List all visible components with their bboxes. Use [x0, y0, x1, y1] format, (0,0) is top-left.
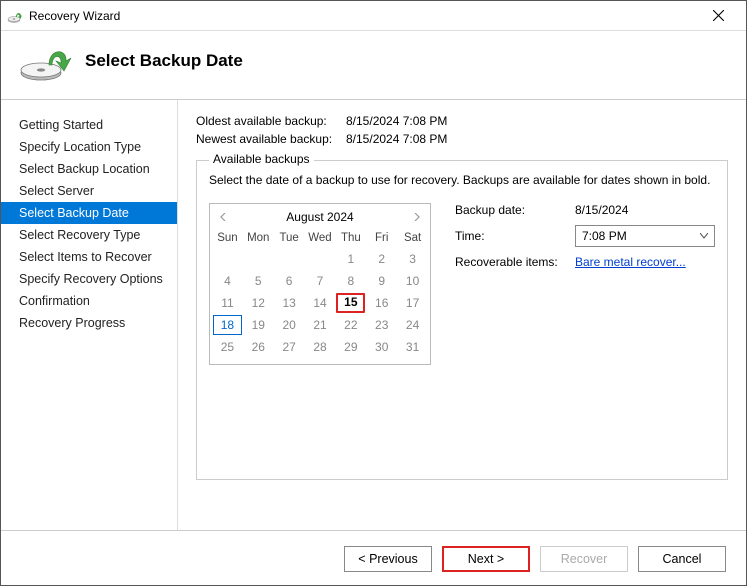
calendar-day[interactable]: 23	[367, 315, 396, 335]
previous-button[interactable]: < Previous	[344, 546, 432, 572]
sidebar-item-specify-recovery-options[interactable]: Specify Recovery Options	[1, 268, 177, 290]
calendar-day[interactable]: 28	[306, 337, 335, 357]
recovery-large-icon	[19, 41, 71, 81]
footer: < Previous Next > Recover Cancel	[1, 530, 746, 586]
calendar-day[interactable]: 21	[306, 315, 335, 335]
calendar-day[interactable]: 30	[367, 337, 396, 357]
dow-sun: Sun	[212, 230, 243, 246]
dow-sat: Sat	[397, 230, 428, 246]
calendar-day[interactable]: 5	[244, 271, 273, 291]
body: Getting Started Specify Location Type Se…	[1, 100, 746, 530]
newest-backup-row: Newest available backup: 8/15/2024 7:08 …	[196, 132, 728, 146]
close-icon	[713, 10, 724, 21]
recoverable-items-label: Recoverable items:	[455, 255, 575, 269]
backup-date-value: 8/15/2024	[575, 203, 715, 217]
sidebar-item-select-backup-location[interactable]: Select Backup Location	[1, 158, 177, 180]
available-backups-fieldset: Available backups Select the date of a b…	[196, 160, 728, 480]
fieldset-description: Select the date of a backup to use for r…	[209, 173, 715, 187]
backup-details: Backup date: 8/15/2024 Time: 7:08 PM	[455, 203, 715, 365]
calendar-empty	[275, 249, 304, 269]
next-button[interactable]: Next >	[442, 546, 530, 572]
titlebar: Recovery Wizard	[1, 1, 746, 31]
calendar: August 2024 Sun Mon Tue Wed Thu Fri Sat	[209, 203, 431, 365]
oldest-backup-label: Oldest available backup:	[196, 114, 346, 128]
calendar-day[interactable]: 22	[336, 315, 365, 335]
dow-mon: Mon	[243, 230, 274, 246]
oldest-backup-row: Oldest available backup: 8/15/2024 7:08 …	[196, 114, 728, 128]
sidebar-item-getting-started[interactable]: Getting Started	[1, 114, 177, 136]
window-title: Recovery Wizard	[29, 9, 698, 23]
calendar-day[interactable]: 29	[336, 337, 365, 357]
cancel-button[interactable]: Cancel	[638, 546, 726, 572]
calendar-prev-month[interactable]	[216, 210, 230, 224]
calendar-empty	[213, 249, 242, 269]
content-row: August 2024 Sun Mon Tue Wed Thu Fri Sat	[209, 203, 715, 365]
sidebar-item-select-recovery-type[interactable]: Select Recovery Type	[1, 224, 177, 246]
main: Oldest available backup: 8/15/2024 7:08 …	[178, 100, 746, 530]
newest-backup-label: Newest available backup:	[196, 132, 346, 146]
sidebar-item-specify-location-type[interactable]: Specify Location Type	[1, 136, 177, 158]
recover-button: Recover	[540, 546, 628, 572]
calendar-day[interactable]: 4	[213, 271, 242, 291]
calendar-day[interactable]: 25	[213, 337, 242, 357]
dow-fri: Fri	[366, 230, 397, 246]
calendar-day[interactable]: 19	[244, 315, 273, 335]
calendar-day[interactable]: 16	[367, 293, 396, 313]
sidebar: Getting Started Specify Location Type Se…	[1, 100, 178, 530]
chevron-left-icon	[220, 213, 226, 221]
oldest-backup-value: 8/15/2024 7:08 PM	[346, 114, 447, 128]
calendar-day[interactable]: 9	[367, 271, 396, 291]
calendar-day[interactable]: 6	[275, 271, 304, 291]
backup-date-label: Backup date:	[455, 203, 575, 217]
calendar-next-month[interactable]	[410, 210, 424, 224]
calendar-day[interactable]: 11	[213, 293, 242, 313]
fieldset-legend: Available backups	[209, 152, 314, 166]
calendar-day[interactable]: 2	[367, 249, 396, 269]
recovery-icon	[7, 8, 23, 24]
calendar-day[interactable]: 31	[398, 337, 427, 357]
sidebar-item-select-items-to-recover[interactable]: Select Items to Recover	[1, 246, 177, 268]
calendar-day[interactable]: 13	[275, 293, 304, 313]
calendar-day[interactable]: 12	[244, 293, 273, 313]
sidebar-item-select-backup-date[interactable]: Select Backup Date	[1, 202, 177, 224]
calendar-day[interactable]: 14	[306, 293, 335, 313]
calendar-day[interactable]: 18	[213, 315, 242, 335]
sidebar-item-recovery-progress[interactable]: Recovery Progress	[1, 312, 177, 334]
time-select-value: 7:08 PM	[582, 229, 627, 243]
dow-wed: Wed	[305, 230, 336, 246]
newest-backup-value: 8/15/2024 7:08 PM	[346, 132, 447, 146]
calendar-month-title: August 2024	[286, 210, 353, 224]
calendar-day[interactable]: 20	[275, 315, 304, 335]
calendar-body: 1234567891011121314151617181920212223242…	[210, 246, 430, 358]
chevron-down-icon	[700, 233, 708, 239]
sidebar-item-confirmation[interactable]: Confirmation	[1, 290, 177, 312]
calendar-header: August 2024	[210, 206, 430, 228]
chevron-right-icon	[414, 213, 420, 221]
calendar-day[interactable]: 24	[398, 315, 427, 335]
calendar-day[interactable]: 27	[275, 337, 304, 357]
dow-tue: Tue	[274, 230, 305, 246]
calendar-day[interactable]: 26	[244, 337, 273, 357]
time-label: Time:	[455, 229, 575, 243]
close-button[interactable]	[698, 2, 738, 30]
dow-thu: Thu	[335, 230, 366, 246]
calendar-day[interactable]: 3	[398, 249, 427, 269]
calendar-day[interactable]: 1	[336, 249, 365, 269]
header: Select Backup Date	[1, 31, 746, 100]
time-select[interactable]: 7:08 PM	[575, 225, 715, 247]
calendar-dow-row: Sun Mon Tue Wed Thu Fri Sat	[210, 228, 430, 246]
calendar-day[interactable]: 15	[336, 293, 365, 313]
calendar-day[interactable]: 10	[398, 271, 427, 291]
sidebar-item-select-server[interactable]: Select Server	[1, 180, 177, 202]
calendar-empty	[244, 249, 273, 269]
calendar-day[interactable]: 17	[398, 293, 427, 313]
page-title: Select Backup Date	[85, 51, 243, 71]
recoverable-items-link[interactable]: Bare metal recover...	[575, 255, 686, 269]
calendar-day[interactable]: 8	[336, 271, 365, 291]
calendar-empty	[306, 249, 335, 269]
calendar-day[interactable]: 7	[306, 271, 335, 291]
